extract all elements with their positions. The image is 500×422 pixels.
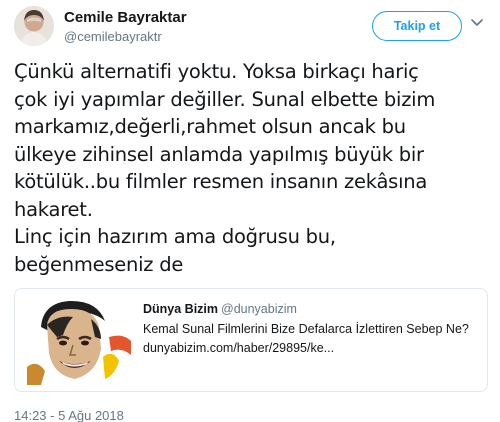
quoted-display-name: Dünya Bizim — [143, 302, 219, 316]
card-title: Kemal Sunal Filmlerini Bize Defalarca İz… — [143, 322, 469, 336]
chevron-down-icon[interactable] — [468, 14, 486, 32]
tweet-text: Çünkü alternatifi yoktu. Yoksa birkaçı h… — [14, 60, 436, 276]
quoted-author: Dünya Bizim @dunyabizim — [143, 302, 297, 316]
author-handle[interactable]: @cemilebayraktr — [64, 29, 162, 44]
avatar[interactable] — [14, 6, 54, 46]
card-thumbnail — [27, 297, 131, 385]
quoted-handle: @dunyabizim — [221, 302, 297, 316]
follow-button[interactable]: Takip et — [372, 11, 462, 41]
quoted-link-card[interactable]: Dünya Bizim @dunyabizim Kemal Sunal Filml… — [14, 288, 488, 392]
author-display-name[interactable]: Cemile Bayraktar — [64, 9, 187, 26]
tweet-header: Cemile Bayraktar @cemilebayraktr Takip e… — [14, 6, 486, 50]
card-link[interactable]: dunyabizim.com/haber/29895/ke... — [143, 341, 334, 355]
tweet-timestamp[interactable]: 14:23 - 5 Ağu 2018 — [14, 408, 124, 422]
